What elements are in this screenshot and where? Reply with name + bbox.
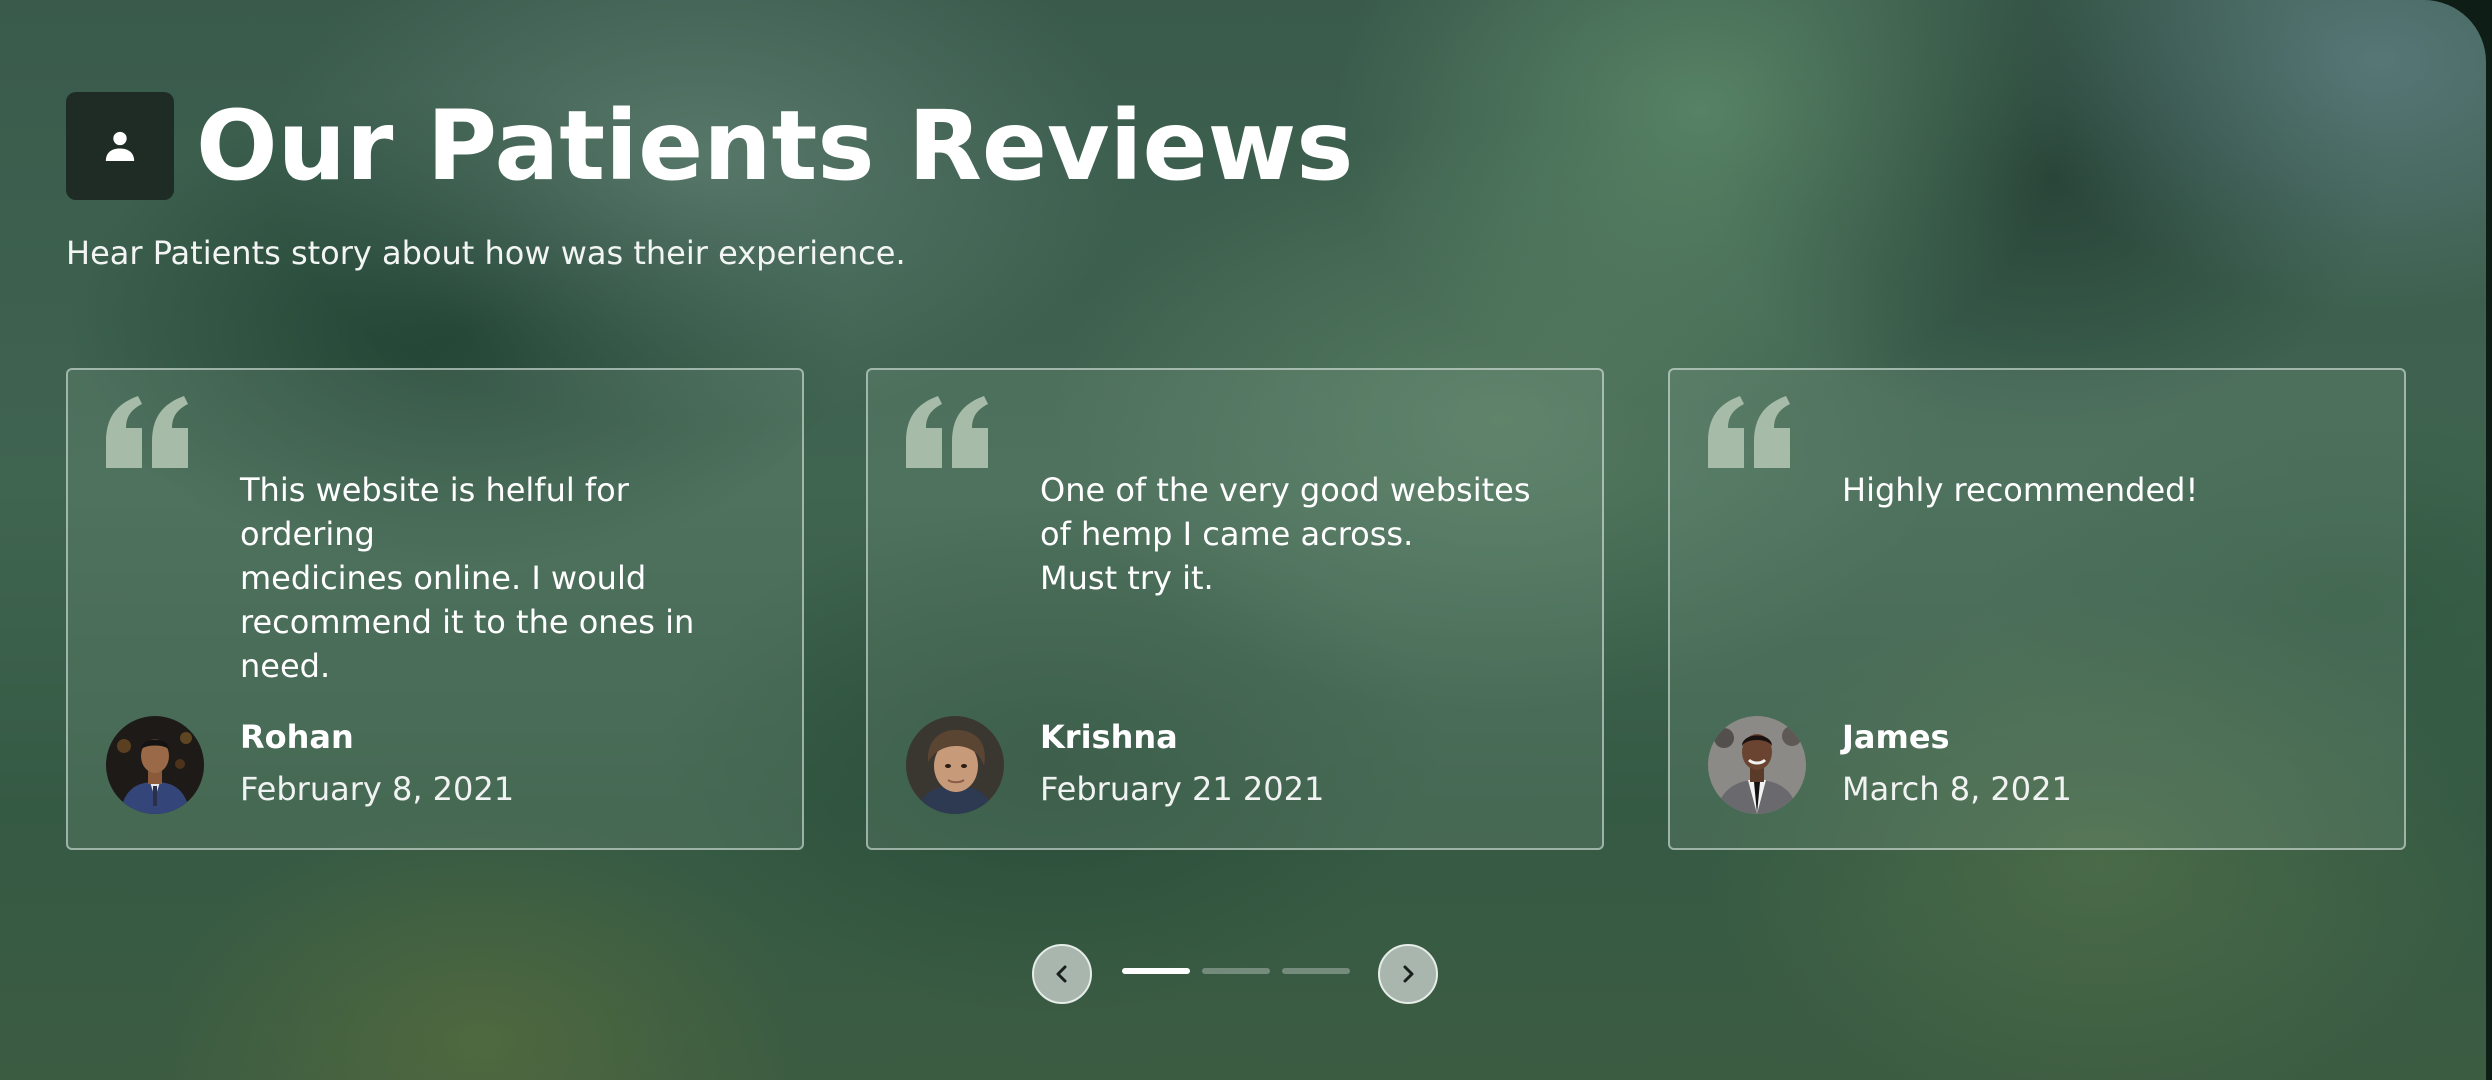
reviews-section: Our Patients Reviews Hear Patients story… (0, 0, 2486, 1080)
section-badge (66, 92, 174, 200)
avatar (906, 716, 1004, 814)
carousel-prev-button[interactable] (1032, 944, 1092, 1004)
review-text-line: Must try it. (1040, 559, 1214, 597)
carousel-dot-3[interactable] (1282, 968, 1350, 974)
quote-icon (106, 396, 188, 468)
carousel-dot-2[interactable] (1202, 968, 1270, 974)
review-date: March 8, 2021 (1842, 770, 2072, 808)
review-card: This website is helful for ordering medi… (66, 368, 804, 850)
page-subtitle: Hear Patients story about how was their … (66, 234, 906, 272)
review-text-line: need. (240, 647, 331, 685)
quote-icon (1708, 396, 1790, 468)
review-card: Highly recommended! James March 8, 2021 (1668, 368, 2406, 850)
carousel-pagination (1122, 968, 1350, 974)
chevron-left-icon (1056, 965, 1067, 983)
quote-icon (906, 396, 988, 468)
review-text-line: of hemp I came across. (1040, 515, 1414, 553)
avatar (1708, 716, 1806, 814)
review-text-line: recommend it to the ones in (240, 603, 695, 641)
reviewer-name: Krishna (1040, 718, 1178, 756)
person-icon (105, 131, 135, 161)
page-title: Our Patients Reviews (196, 90, 1354, 202)
review-text-line: medicines online. I would (240, 559, 647, 597)
section-header: Our Patients Reviews (66, 92, 1353, 200)
review-date: February 8, 2021 (240, 770, 515, 808)
review-card: One of the very good websites of hemp I … (866, 368, 1604, 850)
review-text: One of the very good websites of hemp I … (1040, 468, 1570, 600)
review-text: This website is helful for ordering medi… (240, 468, 770, 688)
chevron-right-icon (1403, 965, 1414, 983)
carousel-next-button[interactable] (1378, 944, 1438, 1004)
review-date: February 21 2021 (1040, 770, 1325, 808)
carousel-dot-1[interactable] (1122, 968, 1190, 974)
review-text: Highly recommended! (1842, 468, 2372, 512)
review-text-line: This website is helful for ordering (240, 471, 629, 553)
reviewer-name: James (1842, 718, 1950, 756)
reviewer-name: Rohan (240, 718, 354, 756)
avatar (106, 716, 204, 814)
review-text-line: Highly recommended! (1842, 471, 2199, 509)
review-text-line: One of the very good websites (1040, 471, 1531, 509)
